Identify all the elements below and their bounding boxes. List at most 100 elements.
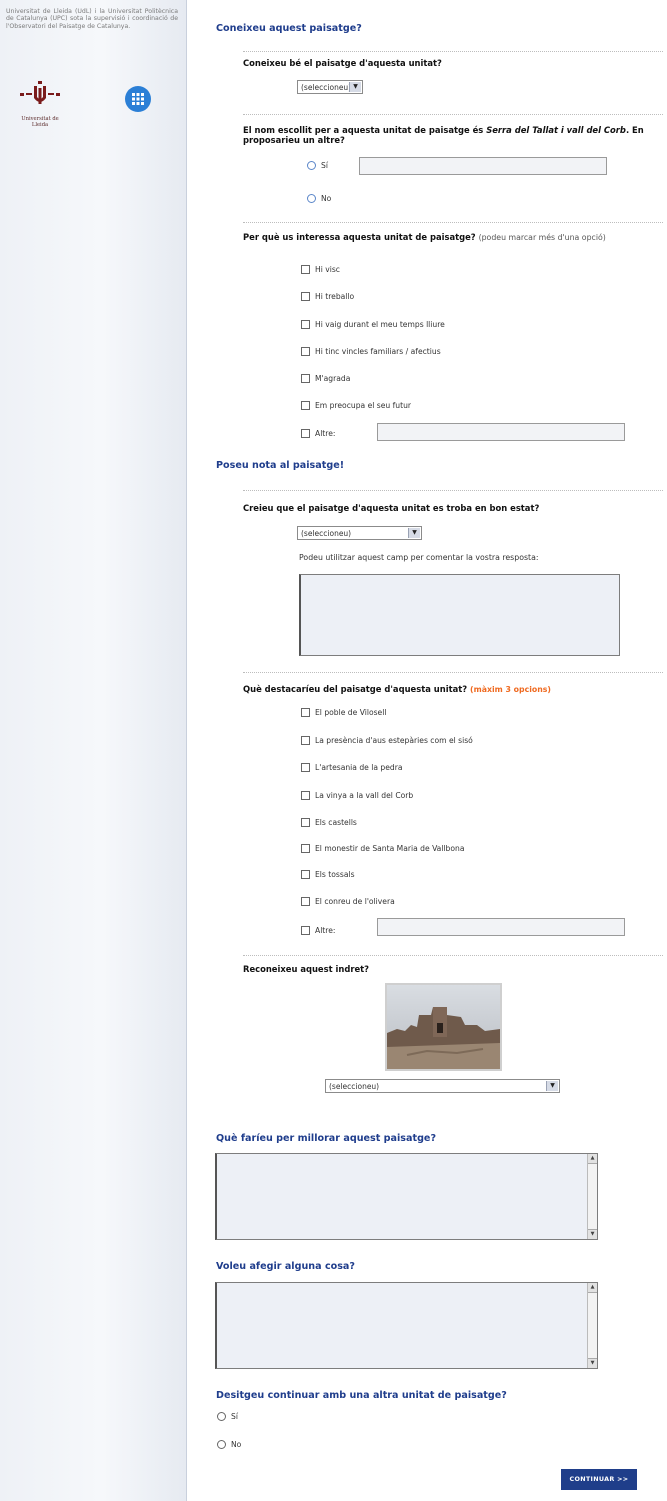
highlight-option[interactable]: L'artesania de la pedra — [301, 762, 403, 772]
q-place-label: Reconeixeu aquest indret? — [243, 964, 370, 974]
highlight-option-label: El monestir de Santa Maria de Vallbona — [315, 843, 465, 853]
divider — [243, 222, 663, 223]
section-title-continue: Desitgeu continuar amb una altra unitat … — [216, 1390, 507, 1401]
checkbox[interactable] — [301, 319, 310, 329]
highlight-option[interactable]: El poble de Vilosell — [301, 707, 386, 717]
checkbox[interactable] — [301, 735, 310, 745]
checkbox[interactable] — [301, 373, 310, 383]
highlight-option-label: La presència d'aus estepàries com el sis… — [315, 735, 473, 745]
q-interest-note: (podeu marcar més d'una opció) — [478, 233, 606, 242]
q-state-label: Creieu que el paisatge d'aquesta unitat … — [243, 503, 540, 513]
add-textarea[interactable]: ▲ ▼ — [215, 1282, 598, 1369]
checkbox[interactable] — [301, 291, 310, 301]
name-radio-no[interactable]: No — [307, 193, 331, 203]
radio-no-icon[interactable] — [217, 1439, 226, 1449]
improve-textarea[interactable]: ▲ ▼ — [215, 1153, 598, 1240]
interest-option[interactable]: M'agrada — [301, 373, 350, 383]
highlight-option[interactable]: El monestir de Santa Maria de Vallbona — [301, 843, 465, 853]
radio-no-label: No — [231, 1439, 242, 1449]
sidebar-intro-text: Universitat de Lleida (UdL) i la Univers… — [6, 8, 178, 30]
radio-no-icon[interactable] — [307, 193, 316, 203]
checkbox[interactable] — [301, 925, 310, 935]
place-select-value: (seleccioneu) — [329, 1082, 380, 1091]
q-name-label: El nom escollit per a aquesta unitat de … — [243, 125, 667, 145]
divider — [243, 51, 663, 52]
interest-other-field[interactable] — [377, 423, 625, 441]
scrollbar[interactable]: ▲ ▼ — [587, 1283, 597, 1368]
state-select[interactable]: (seleccioneu) ▼ — [297, 526, 422, 540]
continue-button[interactable]: CONTINUAR >> — [561, 1469, 637, 1490]
divider — [243, 490, 663, 491]
radio-yes-icon[interactable] — [307, 160, 316, 170]
highlight-option-label: El poble de Vilosell — [315, 707, 387, 717]
highlight-option-label: La vinya a la vall del Corb — [315, 790, 414, 800]
highlight-option[interactable]: La vinya a la vall del Corb — [301, 790, 413, 800]
radio-yes-label: Sí — [231, 1411, 238, 1421]
interest-option-label: Hi vaig durant el meu temps lliure — [315, 319, 445, 329]
scroll-down-icon[interactable]: ▼ — [588, 1229, 597, 1239]
section-title-rate: Poseu nota al paisatge! — [216, 460, 345, 471]
highlight-option[interactable]: La presència d'aus estepàries com el sis… — [301, 735, 473, 745]
know-well-select-value: (seleccioneu) — [301, 83, 352, 92]
radio-yes-icon[interactable] — [217, 1411, 226, 1421]
interest-option-label: Hi treballo — [315, 291, 355, 301]
interest-option-label: Em preocupa el seu futur — [315, 400, 412, 410]
state-comment-textarea[interactable] — [299, 574, 620, 656]
continue-radio-yes[interactable]: Sí — [217, 1411, 238, 1421]
scroll-up-icon[interactable]: ▲ — [588, 1283, 597, 1293]
highlight-option-other[interactable]: Altre: — [301, 925, 335, 935]
checkbox[interactable] — [301, 346, 310, 356]
interest-option-other[interactable]: Altre: — [301, 428, 335, 438]
interest-option[interactable]: Hi tinc vincles familiars / afectius — [301, 346, 441, 356]
landscape-photo — [385, 983, 502, 1071]
state-select-value: (seleccioneu) — [301, 529, 352, 538]
upc-grid-icon — [132, 93, 144, 105]
checkbox[interactable] — [301, 817, 310, 827]
scrollbar[interactable]: ▲ ▼ — [587, 1154, 597, 1239]
q-know-well-label: Coneixeu bé el paisatge d'aquesta unitat… — [243, 58, 442, 68]
checkbox[interactable] — [301, 762, 310, 772]
checkbox[interactable] — [301, 843, 310, 853]
section-title-add: Voleu afegir alguna cosa? — [216, 1261, 355, 1272]
survey-form: Coneixeu aquest paisatge? Coneixeu bé el… — [187, 0, 667, 1501]
highlight-option-label: Altre: — [315, 925, 336, 935]
divider — [243, 114, 663, 115]
interest-option-label: Altre: — [315, 428, 336, 438]
section-title-improve: Què faríeu per millorar aquest paisatge? — [216, 1133, 437, 1144]
interest-option[interactable]: Em preocupa el seu futur — [301, 400, 411, 410]
continue-radio-no[interactable]: No — [217, 1439, 241, 1449]
highlight-other-field[interactable] — [377, 918, 625, 936]
q-interest-label-text: Per què us interessa aquesta unitat de p… — [243, 232, 476, 242]
castle-photo-image — [387, 985, 500, 1069]
highlight-option[interactable]: El conreu de l'olivera — [301, 896, 395, 906]
interest-option[interactable]: Hi treballo — [301, 291, 354, 301]
name-radio-yes[interactable]: Sí — [307, 160, 328, 170]
q-highlight-warn: (màxim 3 opcions) — [470, 685, 551, 694]
interest-option[interactable]: Hi visc — [301, 264, 340, 274]
checkbox[interactable] — [301, 869, 310, 879]
name-proposal-field[interactable] — [359, 157, 607, 175]
radio-no-label: No — [321, 193, 332, 203]
checkbox[interactable] — [301, 707, 310, 717]
q-interest-label: Per què us interessa aquesta unitat de p… — [243, 232, 667, 243]
radio-yes-label: Sí — [321, 160, 328, 170]
section-title-know: Coneixeu aquest paisatge? — [216, 23, 362, 34]
state-comment-hint: Podeu utilitzar aquest camp per comentar… — [299, 553, 539, 562]
checkbox[interactable] — [301, 790, 310, 800]
checkbox[interactable] — [301, 896, 310, 906]
highlight-option-label: Els tossals — [315, 869, 355, 879]
interest-option-label: M'agrada — [315, 373, 351, 383]
highlight-option[interactable]: Els tossals — [301, 869, 355, 879]
highlight-option[interactable]: Els castells — [301, 817, 357, 827]
know-well-select[interactable]: (seleccioneu) ▼ — [297, 80, 363, 94]
place-select[interactable]: (seleccioneu) ▼ — [325, 1079, 560, 1093]
scroll-down-icon[interactable]: ▼ — [588, 1358, 597, 1368]
checkbox[interactable] — [301, 264, 310, 274]
checkbox[interactable] — [301, 400, 310, 410]
sidebar: Universitat de Lleida (UdL) i la Univers… — [0, 0, 187, 1501]
divider — [243, 672, 663, 673]
interest-option[interactable]: Hi vaig durant el meu temps lliure — [301, 319, 445, 329]
checkbox[interactable] — [301, 428, 310, 438]
q-highlight-label: Què destacaríeu del paisatge d'aquesta u… — [243, 684, 551, 695]
scroll-up-icon[interactable]: ▲ — [588, 1154, 597, 1164]
